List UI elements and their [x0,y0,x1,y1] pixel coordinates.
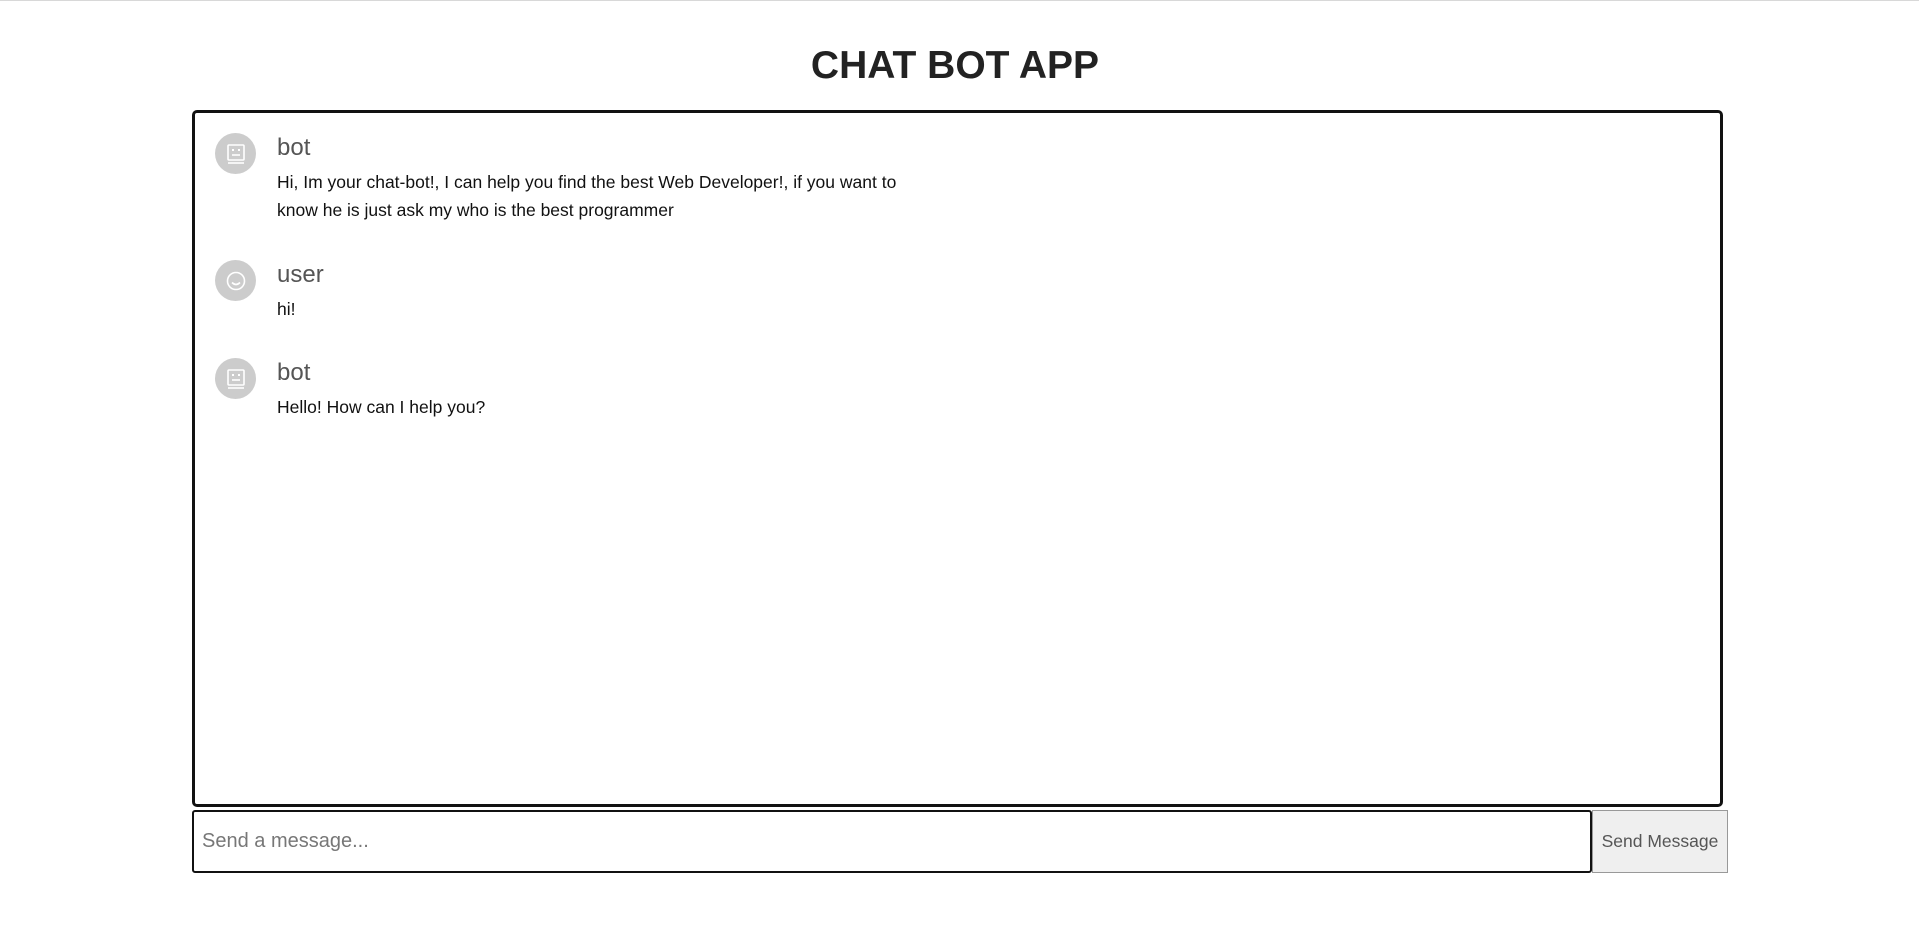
robot-icon [226,368,245,389]
bot-avatar [215,358,256,399]
user-avatar [215,260,256,301]
message-text: Hi, Im your chat-bot!, I can help you fi… [277,172,897,220]
robot-icon [226,143,245,164]
top-divider [0,0,1919,1]
page-title: CHAT BOT APP [810,44,1100,87]
message-sender: bot [277,359,311,386]
smiley-icon [226,271,245,290]
send-message-button[interactable]: Send Message [1592,810,1728,873]
message-sender: user [277,261,324,288]
bot-avatar [215,133,256,174]
message-composer: Send Message [192,810,1728,873]
chat-window[interactable]: bot Hi, Im your chat-bot!, I can help yo… [192,110,1723,807]
message-sender: bot [277,134,311,161]
message-text: hi! [277,299,296,319]
message-text: Hello! How can I help you? [277,397,486,417]
message-input[interactable] [192,810,1592,873]
